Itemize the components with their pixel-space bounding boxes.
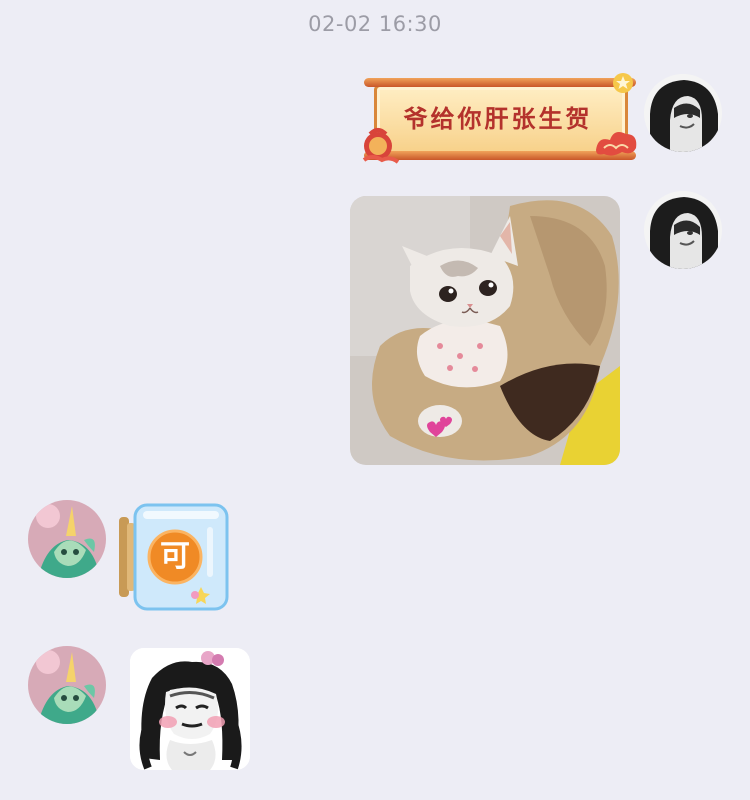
meme-face-sticker <box>130 648 250 770</box>
kitten-photo <box>350 196 620 465</box>
star-icon <box>613 73 633 93</box>
contact-avatar[interactable] <box>28 500 106 578</box>
self-avatar[interactable] <box>644 191 722 269</box>
greeting-banner-sticker[interactable]: 爷给你肝张生贺 <box>360 72 640 172</box>
kitten-photo-message[interactable] <box>350 196 620 465</box>
meme-sticker-message[interactable] <box>130 648 250 770</box>
contact-avatar[interactable] <box>28 646 106 724</box>
lucky-bag-icon <box>362 128 400 164</box>
self-avatar[interactable] <box>644 74 722 152</box>
message-timestamp: 02-02 16:30 <box>308 12 442 36</box>
cloud-ornament-icon <box>596 132 637 156</box>
banner-sticker-text: 爷给你肝张生贺 <box>403 104 593 133</box>
jar-sticker-text: 可 <box>160 539 190 574</box>
jar-sticker-message[interactable]: 可 <box>117 503 233 611</box>
